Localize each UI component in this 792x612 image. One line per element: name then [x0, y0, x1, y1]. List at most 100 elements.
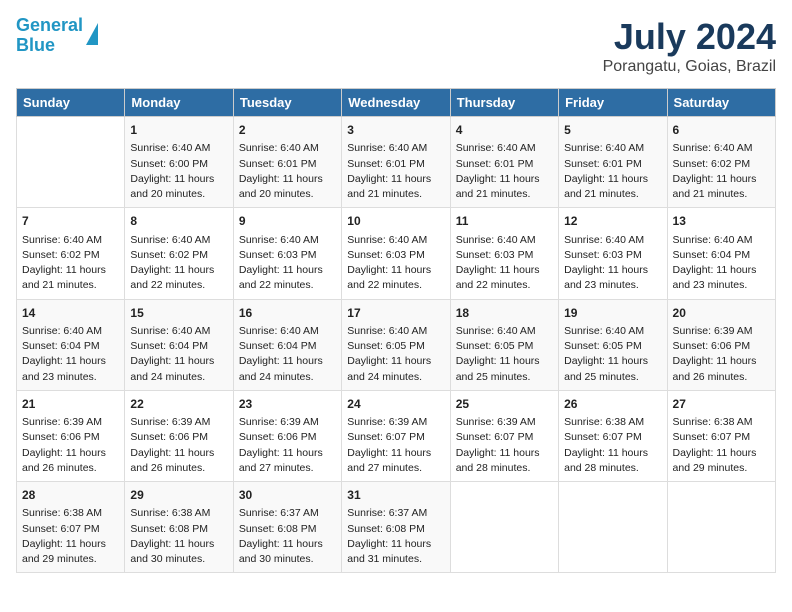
weekday-header-sunday: Sunday	[17, 89, 125, 117]
calendar-cell: 23Sunrise: 6:39 AMSunset: 6:06 PMDayligh…	[233, 390, 341, 481]
day-number: 21	[22, 396, 119, 413]
calendar-cell	[667, 482, 775, 573]
day-number: 25	[456, 396, 553, 413]
day-info: Sunrise: 6:38 AMSunset: 6:07 PMDaylight:…	[22, 506, 119, 567]
day-number: 8	[130, 213, 227, 230]
day-info: Sunrise: 6:39 AMSunset: 6:06 PMDaylight:…	[673, 324, 770, 385]
day-info: Sunrise: 6:40 AMSunset: 6:00 PMDaylight:…	[130, 141, 227, 202]
day-number: 4	[456, 122, 553, 139]
day-number: 17	[347, 305, 444, 322]
calendar-cell: 28Sunrise: 6:38 AMSunset: 6:07 PMDayligh…	[17, 482, 125, 573]
day-number: 5	[564, 122, 661, 139]
calendar-cell: 27 Sunrise: 6:38 AMSunset: 6:07 PMDayligh…	[667, 390, 775, 481]
day-info: Sunrise: 6:40 AMSunset: 6:03 PMDaylight:…	[347, 233, 444, 294]
day-info: Sunrise: 6:40 AMSunset: 6:03 PMDaylight:…	[239, 233, 336, 294]
calendar-cell: 16Sunrise: 6:40 AMSunset: 6:04 PMDayligh…	[233, 299, 341, 390]
calendar-cell: 26 Sunrise: 6:38 AMSunset: 6:07 PMDayligh…	[559, 390, 667, 481]
day-number: 15	[130, 305, 227, 322]
logo-general: General	[16, 15, 83, 35]
day-number: 23	[239, 396, 336, 413]
calendar-table: SundayMondayTuesdayWednesdayThursdayFrid…	[16, 88, 776, 573]
day-info: Sunrise: 6:40 AMSunset: 6:02 PMDaylight:…	[673, 141, 770, 202]
day-info: Sunrise: 6:38 AMSunset: 6:07 PMDaylight:…	[564, 415, 661, 476]
calendar-cell: 15 Sunrise: 6:40 AMSunset: 6:04 PMDayligh…	[125, 299, 233, 390]
day-info: Sunrise: 6:39 AMSunset: 6:07 PMDaylight:…	[456, 415, 553, 476]
day-info: Sunrise: 6:37 AMSunset: 6:08 PMDaylight:…	[347, 506, 444, 567]
day-info: Sunrise: 6:39 AMSunset: 6:06 PMDaylight:…	[130, 415, 227, 476]
calendar-cell: 18 Sunrise: 6:40 AMSunset: 6:05 PMDayligh…	[450, 299, 558, 390]
calendar-cell: 12 Sunrise: 6:40 AMSunset: 6:03 PMDayligh…	[559, 208, 667, 299]
day-info: Sunrise: 6:40 AMSunset: 6:05 PMDaylight:…	[564, 324, 661, 385]
day-number: 30	[239, 487, 336, 504]
calendar-cell: 19Sunrise: 6:40 AMSunset: 6:05 PMDayligh…	[559, 299, 667, 390]
calendar-cell: 13Sunrise: 6:40 AMSunset: 6:04 PMDayligh…	[667, 208, 775, 299]
day-info: Sunrise: 6:40 AMSunset: 6:05 PMDaylight:…	[456, 324, 553, 385]
day-number: 6	[673, 122, 770, 139]
calendar-cell: 4Sunrise: 6:40 AMSunset: 6:01 PMDaylight…	[450, 117, 558, 208]
day-number: 13	[673, 213, 770, 230]
day-number: 9	[239, 213, 336, 230]
day-number: 3	[347, 122, 444, 139]
logo-triangle-icon	[86, 23, 98, 45]
calendar-cell: 3 Sunrise: 6:40 AMSunset: 6:01 PMDaylight…	[342, 117, 450, 208]
day-info: Sunrise: 6:40 AMSunset: 6:04 PMDaylight:…	[130, 324, 227, 385]
weekday-header-monday: Monday	[125, 89, 233, 117]
day-info: Sunrise: 6:40 AMSunset: 6:05 PMDaylight:…	[347, 324, 444, 385]
calendar-cell	[559, 482, 667, 573]
day-number: 24	[347, 396, 444, 413]
calendar-cell: 10 Sunrise: 6:40 AMSunset: 6:03 PMDayligh…	[342, 208, 450, 299]
day-number: 7	[22, 213, 119, 230]
calendar-cell: 11Sunrise: 6:40 AMSunset: 6:03 PMDayligh…	[450, 208, 558, 299]
calendar-cell: 6 Sunrise: 6:40 AMSunset: 6:02 PMDaylight…	[667, 117, 775, 208]
weekday-header-wednesday: Wednesday	[342, 89, 450, 117]
calendar-cell: 2Sunrise: 6:40 AMSunset: 6:01 PMDaylight…	[233, 117, 341, 208]
day-number: 22	[130, 396, 227, 413]
calendar-cell: 17 Sunrise: 6:40 AMSunset: 6:05 PMDayligh…	[342, 299, 450, 390]
day-info: Sunrise: 6:37 AMSunset: 6:08 PMDaylight:…	[239, 506, 336, 567]
calendar-cell: 31Sunrise: 6:37 AMSunset: 6:08 PMDayligh…	[342, 482, 450, 573]
day-number: 16	[239, 305, 336, 322]
day-info: Sunrise: 6:40 AMSunset: 6:01 PMDaylight:…	[564, 141, 661, 202]
calendar-subtitle: Porangatu, Goias, Brazil	[603, 58, 776, 76]
day-info: Sunrise: 6:40 AMSunset: 6:02 PMDaylight:…	[22, 233, 119, 294]
logo-text: General Blue	[16, 16, 83, 56]
day-number: 12	[564, 213, 661, 230]
calendar-cell: 9 Sunrise: 6:40 AMSunset: 6:03 PMDaylight…	[233, 208, 341, 299]
weekday-header-saturday: Saturday	[667, 89, 775, 117]
day-number: 10	[347, 213, 444, 230]
logo-blue: Blue	[16, 35, 55, 55]
day-number: 14	[22, 305, 119, 322]
calendar-cell	[17, 117, 125, 208]
day-number: 27	[673, 396, 770, 413]
calendar-cell: 29Sunrise: 6:38 AMSunset: 6:08 PMDayligh…	[125, 482, 233, 573]
calendar-title: July 2024	[603, 16, 776, 58]
calendar-cell: 21Sunrise: 6:39 AMSunset: 6:06 PMDayligh…	[17, 390, 125, 481]
weekday-header-tuesday: Tuesday	[233, 89, 341, 117]
calendar-cell: 8Sunrise: 6:40 AMSunset: 6:02 PMDaylight…	[125, 208, 233, 299]
weekday-header-row: SundayMondayTuesdayWednesdayThursdayFrid…	[17, 89, 776, 117]
calendar-cell: 7 Sunrise: 6:40 AMSunset: 6:02 PMDaylight…	[17, 208, 125, 299]
calendar-cell: 25 Sunrise: 6:39 AMSunset: 6:07 PMDayligh…	[450, 390, 558, 481]
calendar-cell	[450, 482, 558, 573]
weekday-header-friday: Friday	[559, 89, 667, 117]
title-block: July 2024 Porangatu, Goias, Brazil	[603, 16, 776, 76]
day-number: 26	[564, 396, 661, 413]
calendar-cell: 24Sunrise: 6:39 AMSunset: 6:07 PMDayligh…	[342, 390, 450, 481]
day-number: 11	[456, 213, 553, 230]
day-info: Sunrise: 6:40 AMSunset: 6:03 PMDaylight:…	[564, 233, 661, 294]
day-info: Sunrise: 6:38 AMSunset: 6:07 PMDaylight:…	[673, 415, 770, 476]
day-number: 18	[456, 305, 553, 322]
calendar-cell: 22 Sunrise: 6:39 AMSunset: 6:06 PMDayligh…	[125, 390, 233, 481]
day-info: Sunrise: 6:40 AMSunset: 6:04 PMDaylight:…	[22, 324, 119, 385]
calendar-cell: 30 Sunrise: 6:37 AMSunset: 6:08 PMDayligh…	[233, 482, 341, 573]
day-number: 2	[239, 122, 336, 139]
day-number: 20	[673, 305, 770, 322]
day-info: Sunrise: 6:38 AMSunset: 6:08 PMDaylight:…	[130, 506, 227, 567]
calendar-week-row: 28Sunrise: 6:38 AMSunset: 6:07 PMDayligh…	[17, 482, 776, 573]
calendar-week-row: 1Sunrise: 6:40 AMSunset: 6:00 PMDaylight…	[17, 117, 776, 208]
calendar-cell: 5 Sunrise: 6:40 AMSunset: 6:01 PMDaylight…	[559, 117, 667, 208]
logo: General Blue	[16, 16, 98, 56]
calendar-cell: 1Sunrise: 6:40 AMSunset: 6:00 PMDaylight…	[125, 117, 233, 208]
calendar-week-row: 21 Sunrise: 6:39 AMSunset: 6:06 PMDayligh…	[17, 390, 776, 481]
day-info: Sunrise: 6:40 AMSunset: 6:01 PMDaylight:…	[347, 141, 444, 202]
